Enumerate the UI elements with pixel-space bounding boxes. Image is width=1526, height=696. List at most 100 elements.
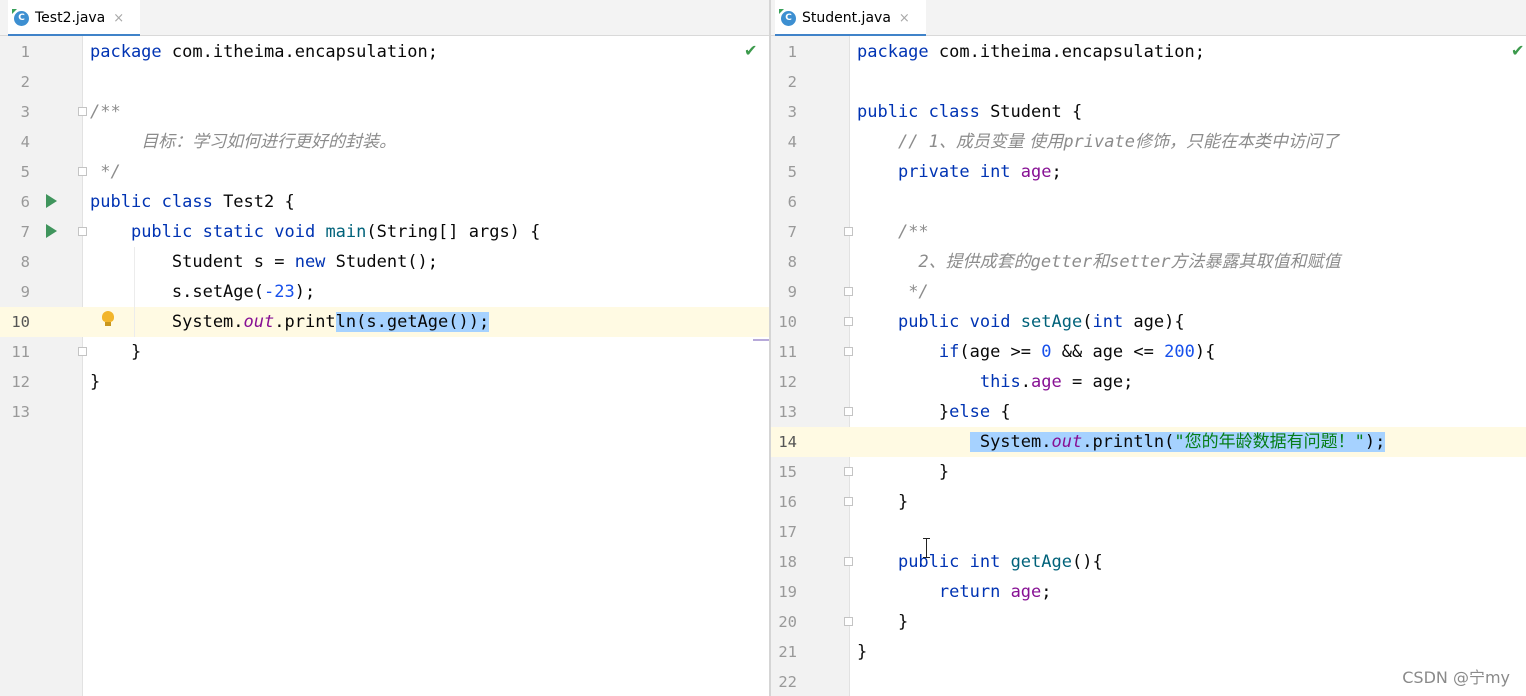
code-line[interactable]: } [857, 457, 949, 487]
fold-marker-icon[interactable] [78, 107, 87, 116]
code-line[interactable]: Student s = new Student(); [90, 247, 438, 277]
fold-marker-icon[interactable] [78, 167, 87, 176]
code-line[interactable]: /** [90, 97, 121, 127]
checkmark-icon[interactable]: ✔ [744, 41, 757, 60]
code-token: package [857, 42, 929, 62]
code-token: out [243, 312, 275, 332]
tab-student-java[interactable]: C Student.java × [775, 0, 926, 37]
code-line[interactable]: public void setAge(int age){ [857, 307, 1185, 337]
line-number: 10 [11, 313, 30, 331]
code-line[interactable]: */ [90, 157, 121, 187]
code-line[interactable]: } [90, 337, 141, 367]
lightbulb-icon[interactable] [102, 311, 114, 326]
code-token: public class [857, 102, 980, 122]
fold-marker-icon[interactable] [844, 617, 853, 626]
code-token: } [857, 642, 868, 662]
fold-marker-icon[interactable] [78, 347, 87, 356]
line-number: 17 [778, 523, 797, 541]
code-token: main [325, 222, 367, 242]
code-token: 目标：学习如何进行更好的封装。 [141, 132, 397, 152]
code-line[interactable]: } [857, 637, 867, 667]
line-number: 2 [20, 73, 30, 91]
close-icon[interactable]: × [899, 11, 910, 26]
fold-marker-icon[interactable] [844, 317, 853, 326]
code-token: ); [1364, 432, 1386, 452]
tab-bar-right: C Student.java × [771, 0, 1526, 37]
code-token: */ [90, 162, 121, 182]
line-number: 12 [11, 373, 30, 391]
code-line[interactable]: }else { [857, 397, 1011, 427]
fold-marker-icon[interactable] [78, 227, 87, 236]
code-line[interactable]: } [857, 607, 908, 637]
code-line[interactable]: package com.itheima.encapsulation; [857, 37, 1205, 67]
line-number: 20 [778, 613, 797, 631]
code-line[interactable]: private int age; [857, 157, 1062, 187]
scrollbar-marker[interactable] [753, 339, 769, 341]
fold-marker-icon[interactable] [844, 347, 853, 356]
code-line[interactable]: 2、提供成套的getter和setter方法暴露其取值和赋值 [857, 247, 1341, 277]
code-line[interactable]: System.out.println(s.getAge()); [90, 307, 490, 337]
mouse-cursor [923, 538, 930, 558]
fold-marker-icon[interactable] [844, 557, 853, 566]
code-line[interactable]: } [857, 487, 908, 517]
fold-marker-icon[interactable] [844, 227, 853, 236]
code-line[interactable]: public int getAge(){ [857, 547, 1103, 577]
code-token: ln(s.getAge()); [335, 312, 490, 332]
fold-marker-icon[interactable] [844, 407, 853, 416]
code-token: ); [294, 282, 316, 302]
fold-marker-icon[interactable] [844, 497, 853, 506]
code-line[interactable]: return age; [857, 577, 1052, 607]
tab-test2-java[interactable]: C Test2.java × [8, 0, 140, 37]
line-number: 3 [787, 103, 797, 121]
line-number: 21 [778, 643, 797, 661]
code-token: 方法暴露其取值和赋值 [1170, 252, 1341, 272]
code-token: } [857, 462, 950, 482]
run-gutter-icon[interactable] [46, 224, 57, 238]
code-token: } [90, 372, 101, 392]
code-token: ){ [1194, 342, 1216, 362]
line-number: 19 [778, 583, 797, 601]
code-line[interactable]: } [90, 367, 100, 397]
checkmark-icon[interactable]: ✔ [1511, 41, 1524, 60]
code-line[interactable]: public static void main(String[] args) { [90, 217, 540, 247]
line-number: 15 [778, 463, 797, 481]
code-token: private int [897, 162, 1011, 182]
code-token: // 1 [897, 132, 939, 152]
run-gutter-icon[interactable] [46, 194, 57, 208]
code-token: " [1174, 432, 1185, 452]
fold-marker-icon[interactable] [844, 467, 853, 476]
code-token: setter [1109, 252, 1171, 272]
code-token: com.itheima.encapsulation; [161, 42, 438, 62]
line-number: 7 [20, 223, 30, 241]
code-token: else [949, 402, 991, 422]
code-token: 200 [1164, 342, 1195, 362]
code-line[interactable]: public class Student { [857, 97, 1082, 127]
code-token: /** [897, 222, 929, 242]
code-line[interactable]: public class Test2 { [90, 187, 295, 217]
code-token: (){ [1071, 552, 1103, 572]
fold-marker-icon[interactable] [844, 287, 853, 296]
code-line[interactable]: // 1、成员变量 使用private修饰，只能在本类中访问了 [857, 127, 1339, 157]
code-line[interactable]: if(age >= 0 && age <= 200){ [857, 337, 1215, 367]
code-line[interactable]: System.out.println("您的年龄数据有问题！"); [857, 427, 1386, 457]
line-number: 14 [778, 433, 797, 451]
line-number: 6 [20, 193, 30, 211]
code-line[interactable]: */ [857, 277, 928, 307]
code-line[interactable]: 目标：学习如何进行更好的封装。 [90, 127, 396, 157]
code-token: age){ [1123, 312, 1185, 332]
line-number: 1 [20, 43, 30, 61]
code-line[interactable]: s.setAge(-23); [90, 277, 315, 307]
line-number: 7 [787, 223, 797, 241]
close-icon[interactable]: × [113, 11, 124, 26]
code-line[interactable]: /** [857, 217, 929, 247]
code-line[interactable]: this.age = age; [857, 367, 1134, 397]
code-line[interactable]: package com.itheima.encapsulation; [90, 37, 438, 67]
